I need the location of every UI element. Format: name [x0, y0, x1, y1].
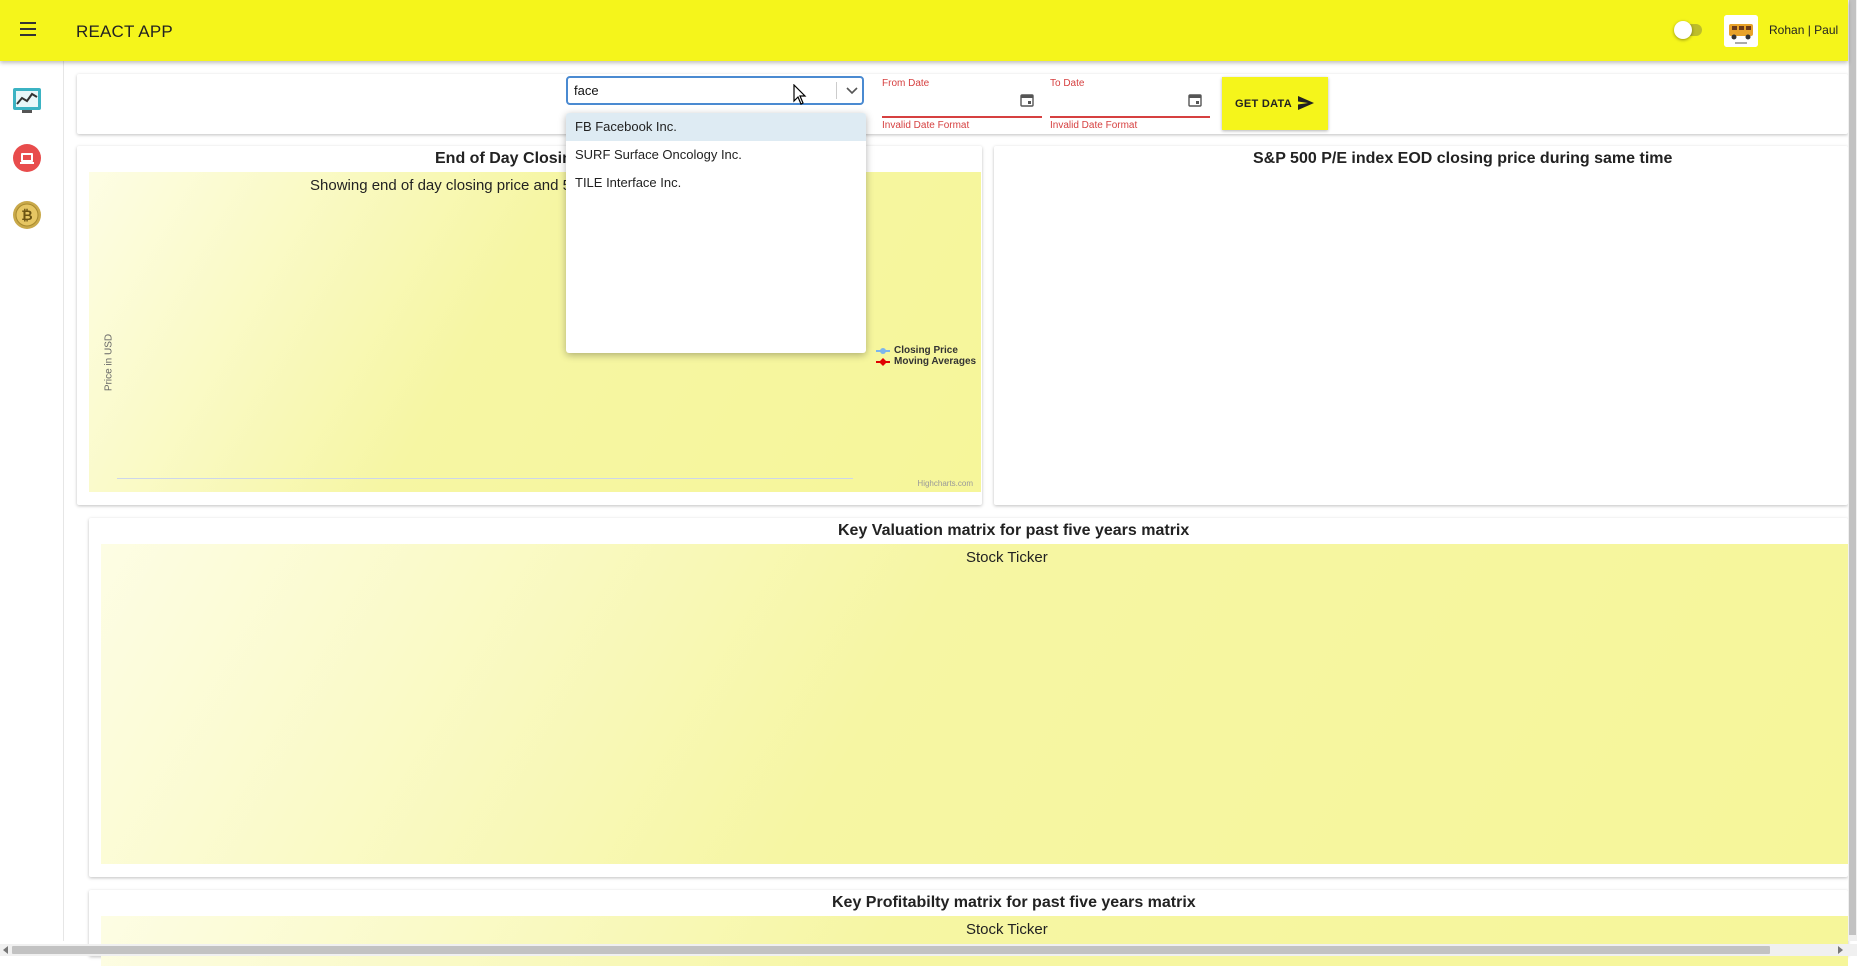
valuation-matrix-title: Key Valuation matrix for past five years… [838, 522, 1190, 539]
highcharts-credit[interactable]: Highcharts.com [917, 479, 973, 488]
valuation-matrix-subtitle: Stock Ticker [966, 549, 1048, 566]
closing-price-marker-icon [876, 347, 890, 354]
sidebar: ₿ [0, 61, 64, 941]
horizontal-scrollbar[interactable] [0, 944, 1857, 956]
sp500-chart-title: S&P 500 P/E index EOD closing price duri… [1253, 150, 1673, 167]
get-data-label: GET DATA [1235, 98, 1292, 110]
horizontal-scroll-thumb[interactable] [12, 946, 1770, 954]
profitability-matrix-plot: Stock Ticker [101, 916, 1848, 966]
scroll-right-arrow-icon[interactable] [1836, 946, 1844, 954]
toggle-knob [1674, 21, 1692, 39]
to-date-error: Invalid Date Format [1050, 120, 1138, 131]
user-name: Rohan | Paul [1769, 23, 1839, 37]
app-title: REACT APP [76, 22, 173, 41]
profitability-matrix-subtitle: Stock Ticker [966, 921, 1048, 938]
eod-chart-title: End of Day Closing [435, 150, 582, 167]
app-bar: REACT APP Rohan | Paul [0, 0, 1848, 61]
y-axis-label: Price in USD [103, 333, 115, 392]
moving-averages-marker-icon [876, 357, 890, 366]
to-date-label: To Date [1050, 78, 1085, 89]
theme-toggle[interactable] [1674, 21, 1702, 39]
scroll-left-arrow-icon[interactable] [2, 946, 10, 954]
sidebar-item-stock-chart[interactable] [12, 85, 42, 115]
from-date-field[interactable]: From Date [882, 76, 1042, 118]
legend-moving-averages-label: Moving Averages [894, 356, 977, 367]
valuation-matrix-plot: Stock Ticker [101, 544, 1848, 864]
sidebar-item-market[interactable] [12, 143, 42, 173]
user-avatar[interactable] [1724, 15, 1758, 47]
vertical-scrollbar[interactable] [1848, 0, 1857, 941]
calendar-icon[interactable] [1188, 93, 1202, 107]
stock-chart-icon [13, 88, 41, 113]
to-date-field[interactable]: To Date [1050, 76, 1210, 118]
suggestion-option[interactable]: TILE Interface Inc. [566, 169, 866, 197]
chevron-down-icon[interactable] [844, 82, 860, 98]
legend-closing-price[interactable]: Closing Price [876, 345, 976, 356]
ticker-suggestions-dropdown: FB Facebook Inc. SURF Surface Oncology I… [566, 113, 866, 353]
valuation-matrix-card: Key Valuation matrix for past five years… [89, 518, 1848, 877]
sp500-chart-card: S&P 500 P/E index EOD closing price duri… [994, 146, 1848, 505]
from-date-error: Invalid Date Format [882, 120, 970, 131]
market-icon [13, 144, 41, 172]
svg-text:₿: ₿ [21, 208, 32, 224]
mouse-pointer-icon [793, 84, 807, 105]
chart-legend: Closing Price Moving Averages [876, 345, 976, 367]
ticker-search-combobox[interactable] [566, 76, 864, 105]
ticker-search-input[interactable] [574, 83, 814, 98]
send-icon [1298, 96, 1314, 110]
suggestion-option[interactable]: FB Facebook Inc. [566, 113, 866, 141]
sidebar-item-bitcoin[interactable]: ₿ [12, 200, 42, 230]
get-data-button[interactable]: GET DATA [1222, 77, 1328, 130]
bitcoin-icon: ₿ [13, 201, 41, 229]
hamburger-menu-icon[interactable] [20, 22, 36, 36]
legend-moving-averages[interactable]: Moving Averages [876, 356, 976, 367]
vertical-scroll-thumb[interactable] [1849, 0, 1856, 935]
avatar-image-icon [1724, 15, 1758, 47]
combo-separator [836, 82, 837, 99]
x-axis-line [117, 478, 853, 479]
eod-chart-subtitle: Showing end of day closing price and 5 [310, 177, 572, 194]
calendar-icon[interactable] [1020, 93, 1034, 107]
profitability-matrix-title: Key Profitabilty matrix for past five ye… [832, 894, 1196, 911]
suggestion-option[interactable]: SURF Surface Oncology Inc. [566, 141, 866, 169]
legend-closing-price-label: Closing Price [894, 345, 958, 356]
from-date-label: From Date [882, 78, 930, 89]
